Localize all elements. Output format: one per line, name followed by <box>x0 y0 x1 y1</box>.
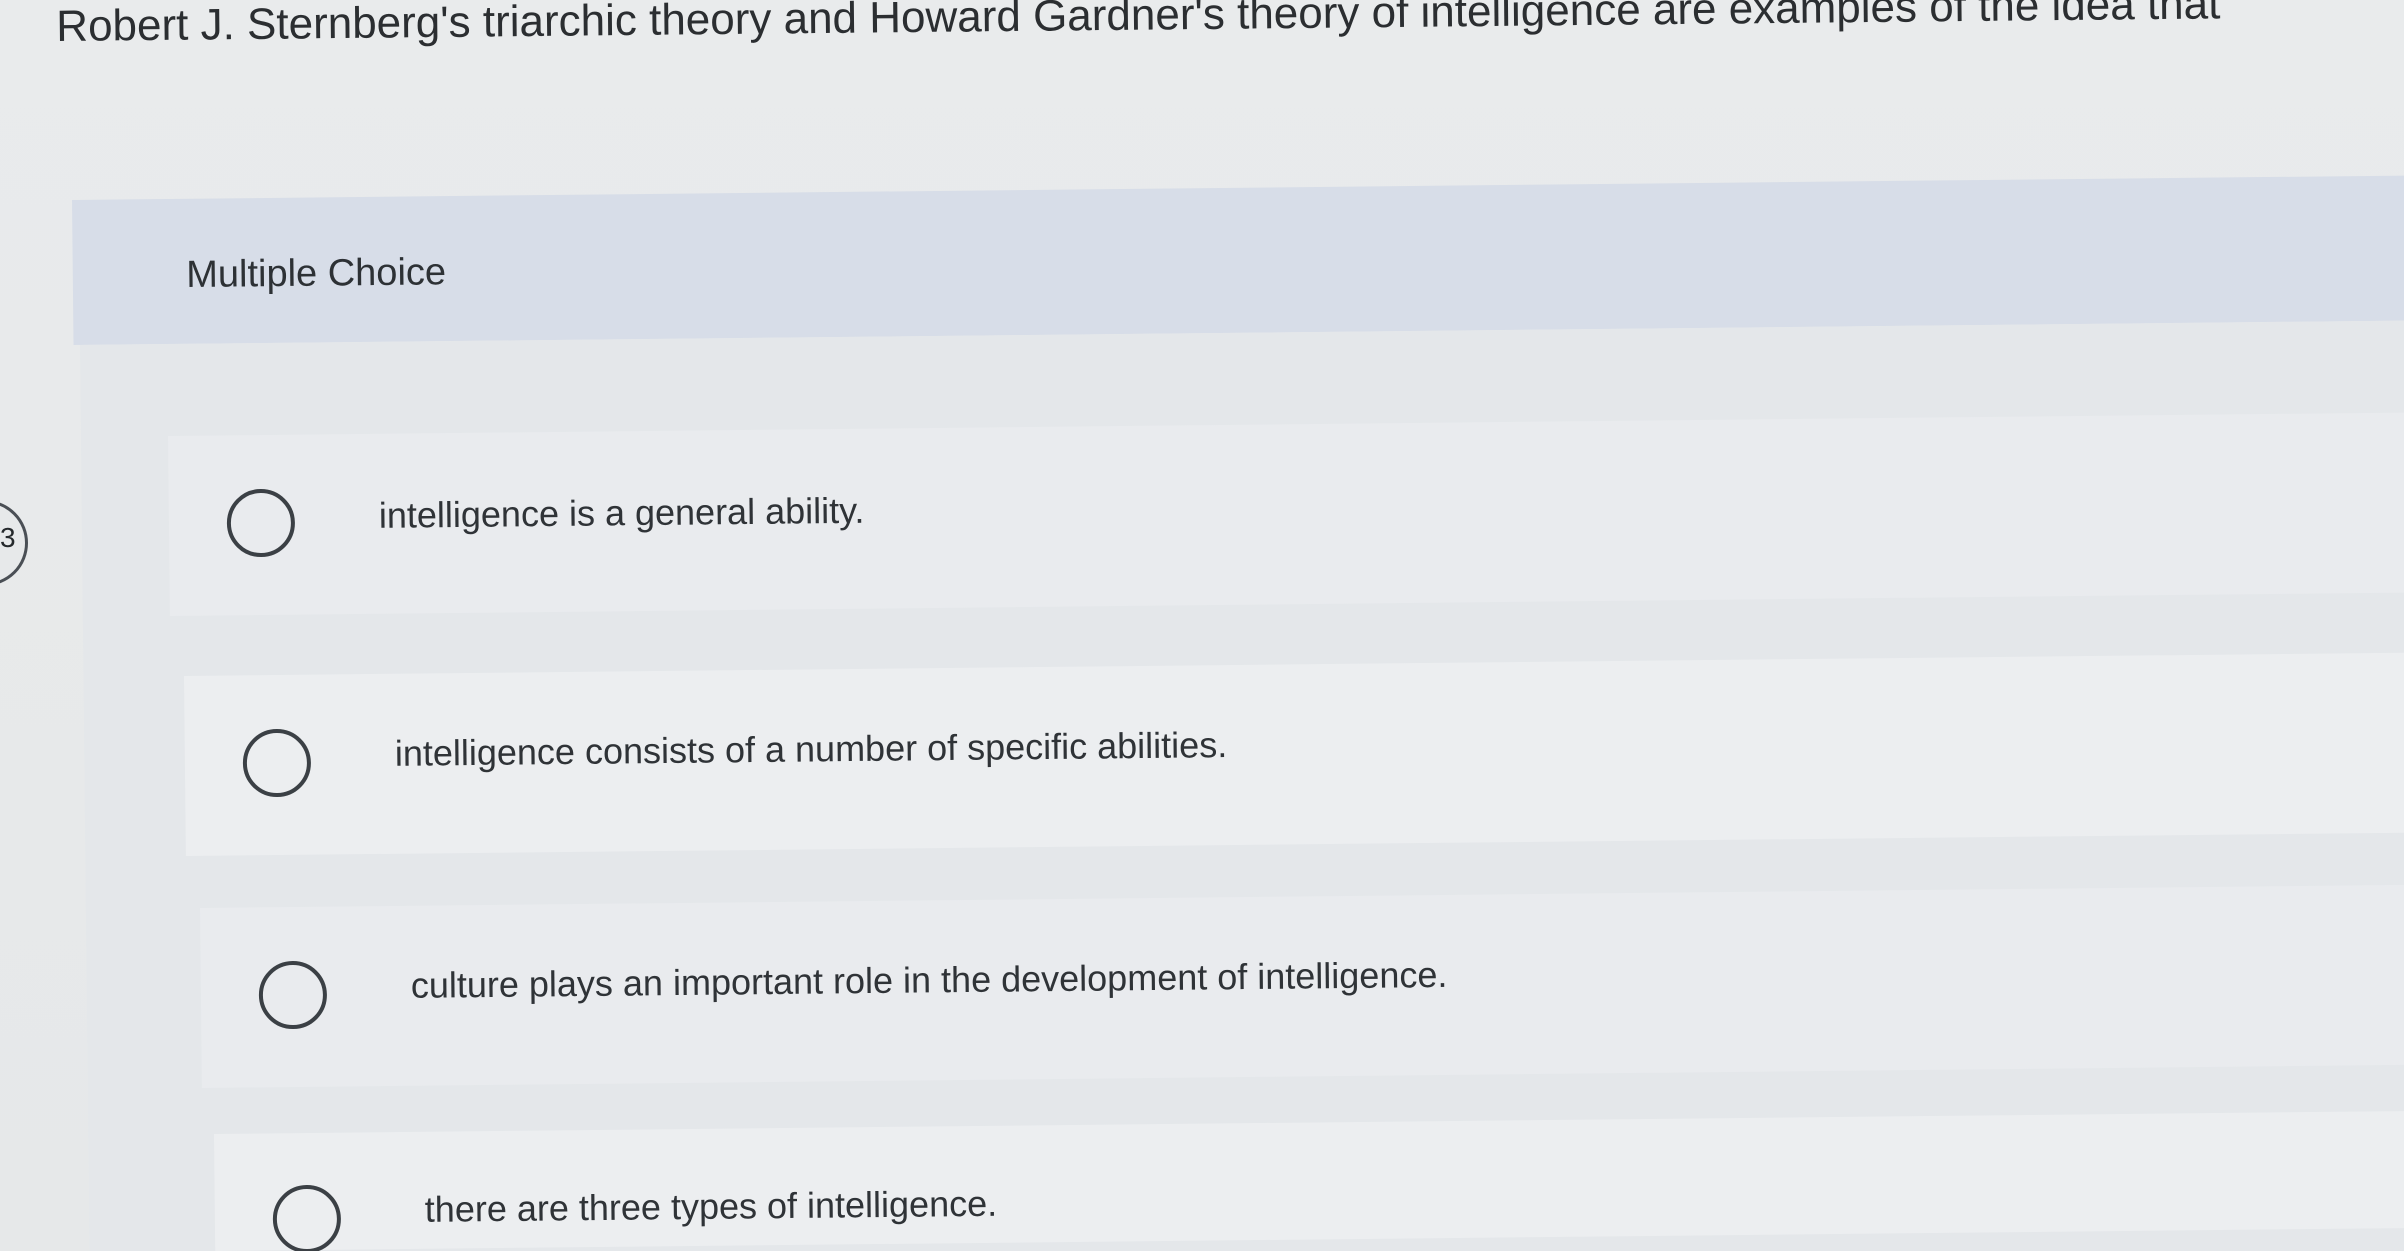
radio-button-unselected-icon[interactable] <box>226 488 296 558</box>
question-page: Robert J. Sternberg's triarchic theory a… <box>0 0 2404 1251</box>
answer-choice-4[interactable]: there are three types of intelligence. <box>214 1110 2404 1251</box>
question-type-label: Multiple Choice <box>186 251 447 296</box>
radio-button-unselected-icon[interactable] <box>242 728 312 798</box>
answer-choice-1[interactable]: intelligence is a general ability. <box>168 412 2404 616</box>
radio-button-unselected-icon[interactable] <box>272 1184 342 1251</box>
answer-choice-4-label: there are three types of intelligence. <box>424 1182 998 1230</box>
question-text: Robert J. Sternberg's triarchic theory a… <box>56 0 2221 51</box>
answer-choice-2[interactable]: intelligence consists of a number of spe… <box>184 652 2404 856</box>
side-tab-number: 3 <box>0 522 16 553</box>
radio-button-unselected-icon[interactable] <box>258 960 328 1030</box>
answer-choice-2-label: intelligence consists of a number of spe… <box>394 724 1228 774</box>
answer-choice-1-label: intelligence is a general ability. <box>378 489 865 536</box>
answer-choice-3-label: culture plays an important role in the d… <box>410 953 1448 1006</box>
answer-choice-3[interactable]: culture plays an important role in the d… <box>200 884 2404 1088</box>
